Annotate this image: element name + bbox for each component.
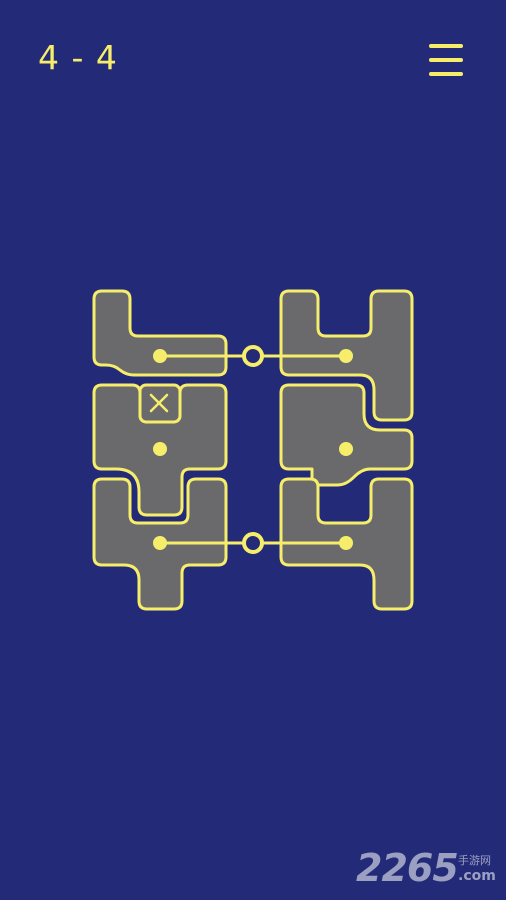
node-dot [339,349,353,363]
target-ring [242,532,264,554]
watermark-domain: .com [458,868,496,884]
node-dot [339,536,353,550]
target-ring [242,345,264,367]
node-dot [339,442,353,456]
watermark-number: 2265 [356,846,459,890]
watermark-sub: 手游网 [458,854,491,867]
node-dot [153,442,167,456]
node-dot [153,536,167,550]
puzzle-board [92,289,414,611]
node-dot [153,349,167,363]
